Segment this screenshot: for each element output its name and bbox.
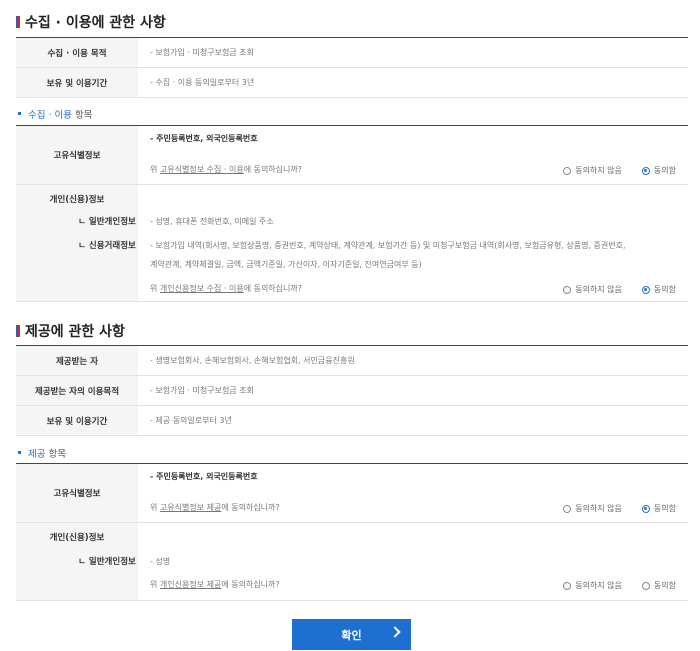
- credit-info-value-line1: - 보험가입 내역(회사명, 보험상품명, 증권번호, 계약상태, 계약관계, …: [150, 241, 626, 250]
- provision-general-info-value: - 성명: [150, 557, 171, 566]
- provision-personal-info-label: 개인(신용)정보: [49, 533, 105, 543]
- table-row: 제공받는 자의 이용목적 - 보험가입 · 미청구보험금 조회: [16, 376, 688, 406]
- confirm-button[interactable]: 확인: [292, 619, 411, 650]
- collection-section-title: 수집 · 이용에 관한 사항: [16, 12, 166, 32]
- agree-radio[interactable]: [641, 581, 650, 590]
- disagree-label[interactable]: 동의하지 않음: [575, 503, 622, 514]
- purpose-label: 수집 · 이용 목적: [16, 38, 138, 67]
- collection-items-table: 고유식별정보 - 주민등록번호, 외국인등록번호 위 고유식별정보 수집 · 이…: [16, 125, 688, 302]
- table-row: 수집 · 이용 목적 - 보험가입 · 미청구보험금 조회: [16, 38, 688, 68]
- recipient-label: 제공받는 자: [16, 346, 138, 375]
- section-marker-icon: [16, 16, 20, 28]
- provision-unique-id-question: 위 고유식별정보 제공에 동의하십니까?: [150, 503, 280, 512]
- confirm-label: 확인: [341, 628, 362, 642]
- provision-period-label: 보유 및 이용기간: [16, 406, 138, 435]
- general-info-value: - 성명, 휴대폰 전화번호, 이메일 주소: [150, 217, 274, 226]
- unique-id-label: 고유식별정보: [16, 126, 138, 184]
- provision-unique-id-consent-radios: 동의하지 않음 동의함: [563, 503, 676, 514]
- provision-personal-info-question: 위 개인신용정보 제공에 동의하십니까?: [150, 580, 280, 589]
- bullet-icon: [18, 451, 21, 454]
- collection-items-title: 수집 · 이용 항목: [18, 107, 93, 121]
- credit-info-value-line2: 계약관계, 계약체결일, 금액, 금액기준일, 가산이자, 이자기준일, 잔여연…: [150, 260, 422, 269]
- period-value: - 수집 · 이용 동의일로부터 3년: [150, 78, 255, 87]
- collection-title-text: 수집 · 이용에 관한 사항: [25, 15, 166, 31]
- agree-label[interactable]: 동의함: [654, 580, 676, 591]
- agree-label[interactable]: 동의함: [654, 165, 676, 176]
- disagree-radio[interactable]: [563, 581, 572, 590]
- personal-info-question: 위 개인신용정보 수집 · 이용에 동의하십니까?: [150, 284, 302, 293]
- recipient-value: - 생명보험회사, 손해보험회사, 손해보험협회, 서민금융진흥원: [150, 356, 355, 365]
- unique-id-question: 위 고유식별정보 수집 · 이용에 동의하십니까?: [150, 165, 302, 174]
- collection-info-table: 수집 · 이용 목적 - 보험가입 · 미청구보험금 조회 보유 및 이용기간 …: [16, 37, 688, 98]
- disagree-label[interactable]: 동의하지 않음: [575, 580, 622, 591]
- unique-id-consent-radios: 동의하지 않음 동의함: [563, 165, 676, 176]
- agree-radio[interactable]: [641, 166, 650, 175]
- provision-info-table: 제공받는 자 - 생명보험회사, 손해보험회사, 손해보험협회, 서민금융진흥원…: [16, 345, 688, 436]
- provision-section-title: 제공에 관한 사항: [16, 321, 125, 341]
- table-row: 고유식별정보 - 주민등록번호, 외국인등록번호 위 고유식별정보 수집 · 이…: [16, 126, 688, 185]
- provision-purpose-value: - 보험가입 · 미청구보험금 조회: [150, 386, 254, 395]
- table-row: 제공받는 자 - 생명보험회사, 손해보험회사, 손해보험협회, 서민금융진흥원: [16, 346, 688, 376]
- provision-items-title: 제공 항목: [18, 446, 66, 460]
- provision-unique-id-label: 고유식별정보: [16, 464, 138, 522]
- disagree-radio[interactable]: [563, 504, 572, 513]
- table-row: 보유 및 이용기간 - 제공 동의일로부터 3년: [16, 406, 688, 436]
- table-row: 개인(신용)정보 ㄴ 일반개인정보 - 성명 위 개인신용정보 제공에 동의하십…: [16, 523, 688, 601]
- purpose-value: - 보험가입 · 미청구보험금 조회: [150, 48, 254, 57]
- table-row: 개인(신용)정보 ㄴ 일반개인정보 ㄴ 신용거래정보 - 성명, 휴대폰 전화번…: [16, 185, 688, 302]
- agree-radio[interactable]: [641, 285, 650, 294]
- provision-personal-info-consent-radios: 동의하지 않음 동의함: [563, 580, 676, 591]
- table-row: 보유 및 이용기간 - 수집 · 이용 동의일로부터 3년: [16, 68, 688, 98]
- agree-radio[interactable]: [641, 504, 650, 513]
- provision-items-table: 고유식별정보 - 주민등록번호, 외국인등록번호 위 고유식별정보 제공에 동의…: [16, 463, 688, 601]
- provision-period-value: - 제공 동의일로부터 3년: [150, 416, 232, 425]
- table-row: 고유식별정보 - 주민등록번호, 외국인등록번호 위 고유식별정보 제공에 동의…: [16, 464, 688, 523]
- section-marker-icon: [16, 325, 20, 337]
- provision-title-text: 제공에 관한 사항: [25, 324, 125, 340]
- disagree-label[interactable]: 동의하지 않음: [575, 284, 622, 295]
- provision-purpose-label: 제공받는 자의 이용목적: [16, 376, 138, 405]
- period-label: 보유 및 이용기간: [16, 68, 138, 97]
- personal-info-label: 개인(신용)정보: [49, 195, 105, 205]
- provision-unique-id-value: - 주민등록번호, 외국인등록번호: [150, 472, 258, 481]
- personal-info-consent-radios: 동의하지 않음 동의함: [563, 284, 676, 295]
- disagree-radio[interactable]: [563, 285, 572, 294]
- disagree-radio[interactable]: [563, 166, 572, 175]
- disagree-label[interactable]: 동의하지 않음: [575, 165, 622, 176]
- chevron-right-icon: [389, 626, 401, 638]
- unique-id-value: - 주민등록번호, 외국인등록번호: [150, 134, 258, 143]
- bullet-icon: [18, 112, 21, 115]
- agree-label[interactable]: 동의함: [654, 503, 676, 514]
- agree-label[interactable]: 동의함: [654, 284, 676, 295]
